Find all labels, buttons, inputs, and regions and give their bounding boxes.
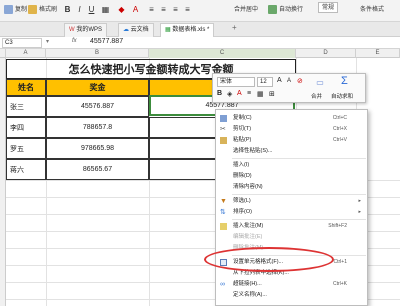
menu-item-cut[interactable]: ✂ 剪切(T) Ctrl+X <box>216 124 367 135</box>
align-left-icon[interactable]: ≡ <box>146 4 157 15</box>
tab-cloud-docs[interactable]: ☁ 云文档 <box>118 23 154 37</box>
menu-item-copy[interactable]: 复制(C) Ctrl+C <box>216 113 367 124</box>
menu-item-filter[interactable]: ▼ 筛选(L) ▸ <box>216 196 367 207</box>
fx-icon[interactable]: fx <box>72 38 77 44</box>
amount-cell[interactable]: 45576.887 <box>46 96 149 117</box>
bold-button[interactable]: B <box>62 4 73 15</box>
merge-button-icon[interactable]: ▭ <box>311 78 329 88</box>
menu-separator <box>232 158 366 159</box>
underline-button[interactable]: U <box>86 4 97 15</box>
tab-data-sheet[interactable]: ▦ 数据表格.xls * <box>160 23 215 37</box>
document-tab-bar: W 我的WPS ☁ 云文档 ▦ 数据表格.xls * + <box>0 22 400 37</box>
column-header-c[interactable]: C <box>149 49 296 58</box>
highlight-ellipse <box>204 247 334 272</box>
formula-bar: C3 ▾ fx 45577.887 <box>0 37 400 49</box>
wrap-text-button[interactable]: 自动换行 <box>268 3 303 18</box>
menu-item-paste-special[interactable]: 选择性粘贴(S)... <box>216 146 367 157</box>
menu-item-insert-comment[interactable]: 插入批注(M) Shift+F2 <box>216 221 367 232</box>
border-icon[interactable]: ▦ <box>257 90 264 98</box>
font-color-icon[interactable]: A <box>237 90 242 97</box>
tab-my-wps[interactable]: W 我的WPS <box>64 23 108 37</box>
column-header-a[interactable]: A <box>6 49 46 58</box>
column-header-d[interactable]: D <box>296 49 356 58</box>
border-icon[interactable]: ▦ <box>100 4 111 15</box>
submenu-arrow-icon: ▸ <box>358 198 361 204</box>
menu-separator <box>232 219 366 220</box>
grow-font-icon[interactable]: A <box>277 77 282 84</box>
autosum-button[interactable]: 自动求和 <box>331 92 353 100</box>
new-tab-icon[interactable]: + <box>232 23 237 32</box>
brush-icon <box>28 4 37 14</box>
merge-center-button[interactable]: 合并居中 <box>234 3 258 18</box>
font-color-icon[interactable]: A <box>130 4 141 15</box>
submenu-arrow-icon: ▸ <box>358 209 361 215</box>
align-right-icon[interactable]: ≡ <box>170 4 181 15</box>
ribbon-toolbar: 复制 格式刷 B I U ▦ ◆ A ≡ ≡ ≡ ≡ 合并居中 自动换行 常规 … <box>0 0 400 22</box>
fill-color-icon[interactable]: ◈ <box>227 90 232 98</box>
menu-separator <box>232 194 366 195</box>
shrink-font-icon[interactable]: A <box>287 78 291 84</box>
name-cell[interactable]: 蒋六 <box>6 159 46 180</box>
filter-icon: ▼ <box>220 198 227 205</box>
merge-icon[interactable]: ⊞ <box>269 90 275 98</box>
clear-format-icon[interactable]: ⊘ <box>297 77 303 85</box>
amount-cell[interactable]: 86565.67 <box>46 159 149 180</box>
font-size-select[interactable]: 12 <box>257 77 273 87</box>
menu-item-paste[interactable]: 粘贴(P) Ctrl+V <box>216 135 367 146</box>
name-cell[interactable]: 张三 <box>6 96 46 117</box>
bold-icon[interactable]: B <box>217 90 222 97</box>
dropdown-arrow-icon[interactable]: ▾ <box>46 38 49 45</box>
fill-color-icon[interactable]: ◆ <box>116 4 127 15</box>
formula-input[interactable]: 45577.887 <box>90 38 123 45</box>
column-header-bar: A B C D E <box>0 49 400 58</box>
menu-item-insert[interactable]: 插入(I) <box>216 160 367 171</box>
wrap-icon <box>268 4 277 14</box>
name-cell[interactable]: 罗五 <box>6 138 46 159</box>
copy-icon <box>220 115 227 122</box>
menu-item-sort[interactable]: ⇅ 排序(O) ▸ <box>216 207 367 218</box>
name-cell[interactable]: 李四 <box>6 117 46 138</box>
cut-icon: ✂ <box>220 126 226 133</box>
header-name[interactable]: 姓名 <box>6 79 46 96</box>
copy-icon <box>4 4 13 14</box>
align-center-icon[interactable]: ≡ <box>158 4 169 15</box>
font-name-select[interactable]: 宋体 <box>217 77 255 87</box>
menu-item-delete[interactable]: 删除(D) <box>216 171 367 182</box>
sort-icon: ⇅ <box>220 209 226 216</box>
conditional-format-button[interactable]: 条件格式 <box>360 3 384 18</box>
menu-item-edit-comment[interactable]: 编辑批注(E) <box>216 232 367 243</box>
number-format-select[interactable]: 常规 <box>318 2 339 13</box>
amount-cell[interactable]: 978665.98 <box>46 138 149 159</box>
column-header-e[interactable]: E <box>356 49 400 58</box>
link-icon: ∞ <box>220 281 225 288</box>
align-icon[interactable]: ≡ <box>247 90 251 97</box>
format-painter-button[interactable]: 格式刷 <box>28 3 57 18</box>
menu-item-clear-contents[interactable]: 清除内容(N) <box>216 182 367 193</box>
column-header-b[interactable]: B <box>46 49 149 58</box>
mini-format-toolbar: 宋体 12 A A ⊘ B ◈ A ≡ ▦ ⊞ ▭ 合并 Σ 自动求和 <box>212 73 366 103</box>
context-menu: 复制(C) Ctrl+C ✂ 剪切(T) Ctrl+X 粘贴(P) Ctrl+V… <box>215 109 368 306</box>
comment-icon <box>220 223 227 230</box>
cloud-icon: ☁ <box>123 27 129 33</box>
menu-item-define-name[interactable]: 定义名称(A)... <box>216 290 367 301</box>
header-amount[interactable]: 奖金 <box>46 79 149 96</box>
menu-item-hyperlink[interactable]: ∞ 超链接(H)... Ctrl+K <box>216 279 367 290</box>
name-box[interactable]: C3 <box>2 38 42 48</box>
spreadsheet-icon: ▦ <box>165 27 171 33</box>
copy-button[interactable]: 复制 <box>4 3 27 18</box>
wps-logo-icon: W <box>69 27 75 33</box>
autosum-icon[interactable]: Σ <box>341 75 348 87</box>
amount-cell[interactable]: 788657.8 <box>46 117 149 138</box>
merge-button[interactable]: 合并 <box>311 92 322 100</box>
italic-button[interactable]: I <box>74 4 85 15</box>
align-justify-icon[interactable]: ≡ <box>182 4 193 15</box>
paste-icon <box>220 137 227 144</box>
